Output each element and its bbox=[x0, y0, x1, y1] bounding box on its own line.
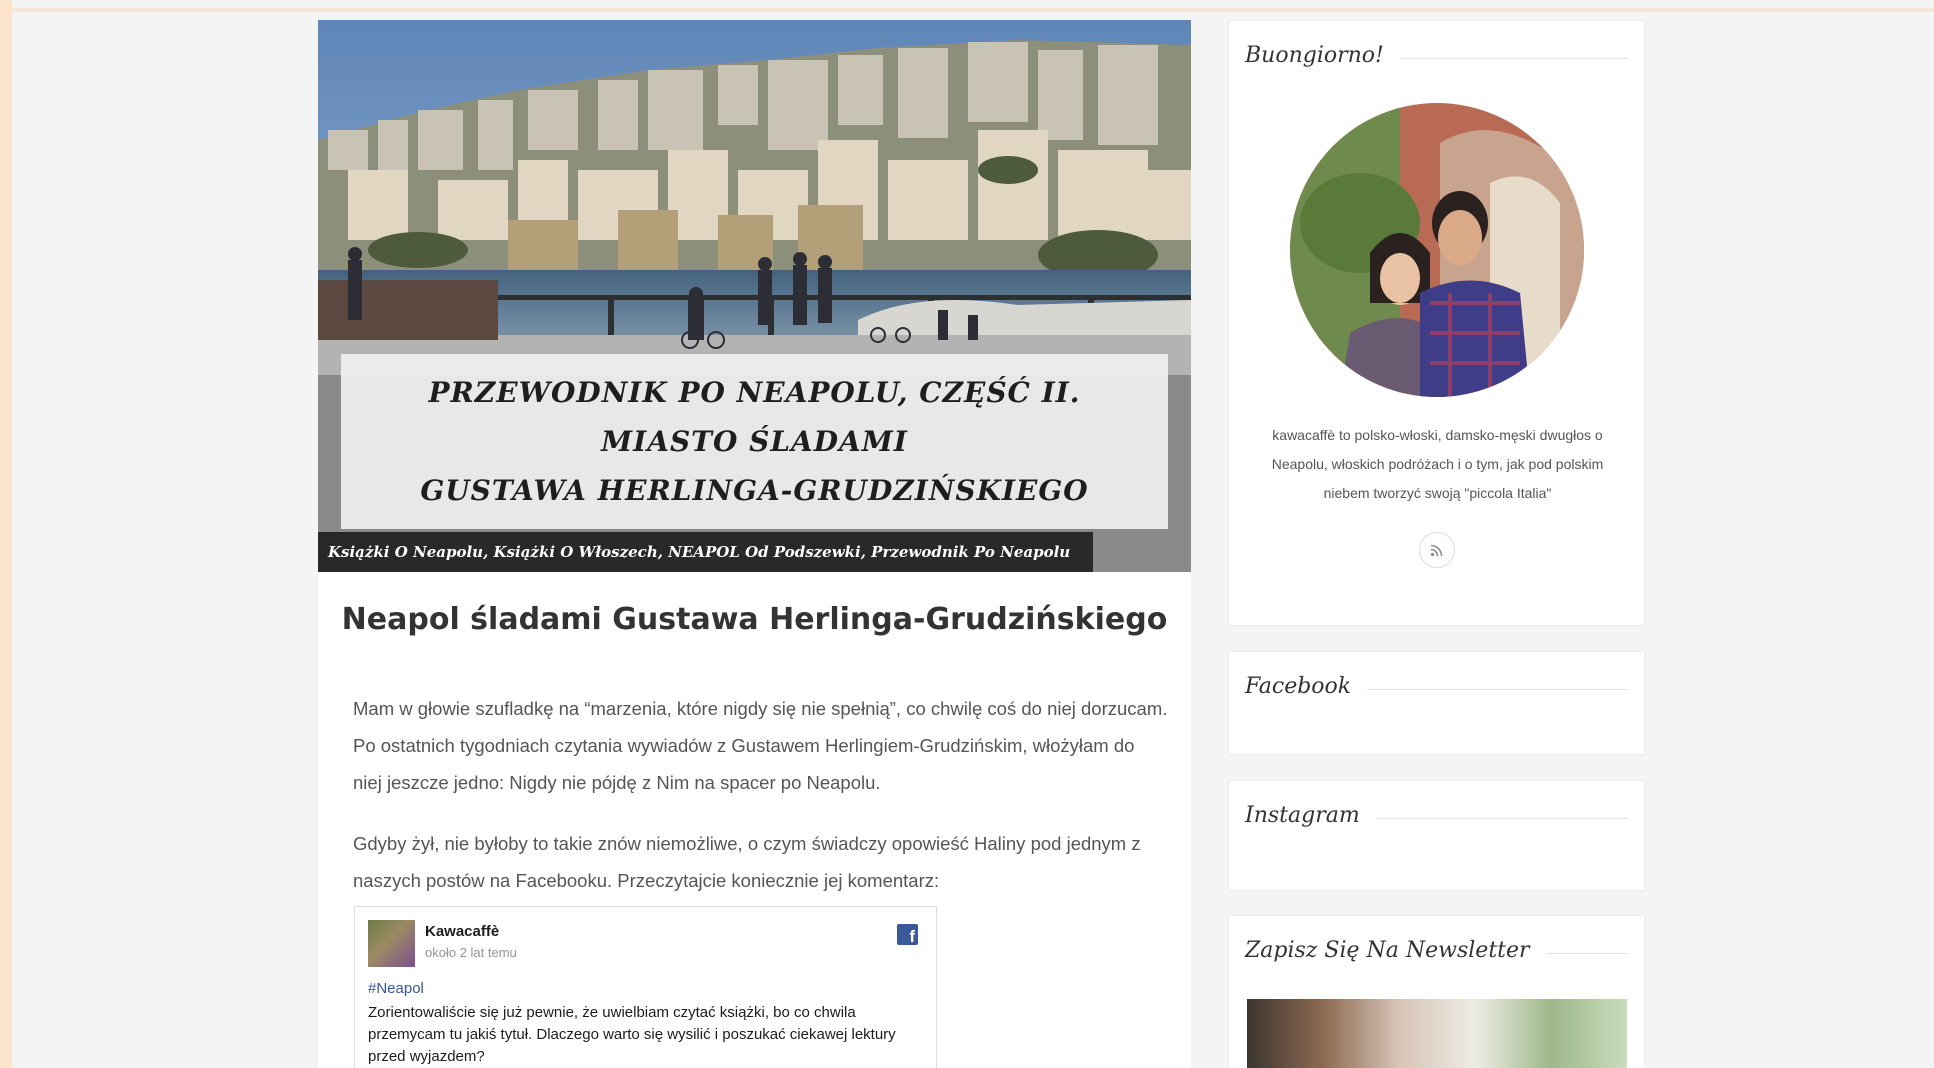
hero-caption-box: PRZEWODNIK PO NEAPOLU, CZĘŚĆ II. MIASTO … bbox=[341, 354, 1168, 529]
fb-page-avatar[interactable] bbox=[368, 920, 415, 967]
instagram-widget: Instagram bbox=[1228, 780, 1645, 891]
newsletter-image[interactable] bbox=[1247, 999, 1627, 1068]
welcome-widget: Buongiorno! kawacaffè to polsko-włoski, … bbox=[1228, 20, 1645, 626]
facebook-widget: Facebook bbox=[1228, 651, 1645, 755]
fb-post-text: Zorientowaliście się już pewnie, że uwie… bbox=[368, 1004, 896, 1065]
post-paragraph: Gdyby żył, nie byłoby to takie znów niem… bbox=[353, 833, 1141, 891]
widget-title: Facebook bbox=[1245, 674, 1368, 699]
hero-caption-line: PRZEWODNIK PO NEAPOLU, CZĘŚĆ II. bbox=[428, 376, 1081, 409]
fb-page-name[interactable]: Kawacaffè bbox=[425, 923, 499, 940]
newsletter-widget: Zapisz Się Na Newsletter bbox=[1228, 915, 1645, 1068]
fb-hashtag[interactable]: #Neapol bbox=[368, 980, 424, 997]
widget-title-rule bbox=[1379, 58, 1628, 59]
rss-icon[interactable] bbox=[1419, 532, 1455, 568]
widget-title: Zapisz Się Na Newsletter bbox=[1245, 938, 1546, 963]
widget-title-rule bbox=[1349, 689, 1628, 690]
authors-photo bbox=[1290, 103, 1584, 397]
post-categories[interactable]: Książki O Neapolu, Książki O Włoszech, N… bbox=[318, 532, 1093, 572]
facebook-icon[interactable]: f bbox=[897, 924, 918, 945]
about-text: kawacaffè to polsko-włoski, damsko-męski… bbox=[1271, 427, 1604, 501]
post-article: PRZEWODNIK PO NEAPOLU, CZĘŚĆ II. MIASTO … bbox=[318, 20, 1191, 1068]
hero-image[interactable]: PRZEWODNIK PO NEAPOLU, CZĘŚĆ II. MIASTO … bbox=[318, 20, 1191, 572]
widget-title-rule bbox=[1359, 818, 1628, 819]
widget-title: Instagram bbox=[1245, 803, 1376, 828]
widget-title: Buongiorno! bbox=[1245, 43, 1400, 68]
hero-caption-line: MIASTO ŚLADAMI bbox=[601, 425, 908, 458]
facebook-post-embed[interactable]: Kawacaffè około 2 lat temu f #Neapol Zor… bbox=[354, 906, 937, 1068]
post-paragraph: Mam w głowie szufladkę na “marzenia, któ… bbox=[353, 698, 1168, 793]
fb-post-time[interactable]: około 2 lat temu bbox=[425, 945, 517, 960]
hero-caption-line: GUSTAWA HERLINGA-GRUDZIŃSKIEGO bbox=[420, 474, 1089, 507]
top-rule bbox=[12, 8, 1934, 12]
post-title[interactable]: Neapol śladami Gustawa Herlinga-Grudzińs… bbox=[318, 602, 1191, 637]
